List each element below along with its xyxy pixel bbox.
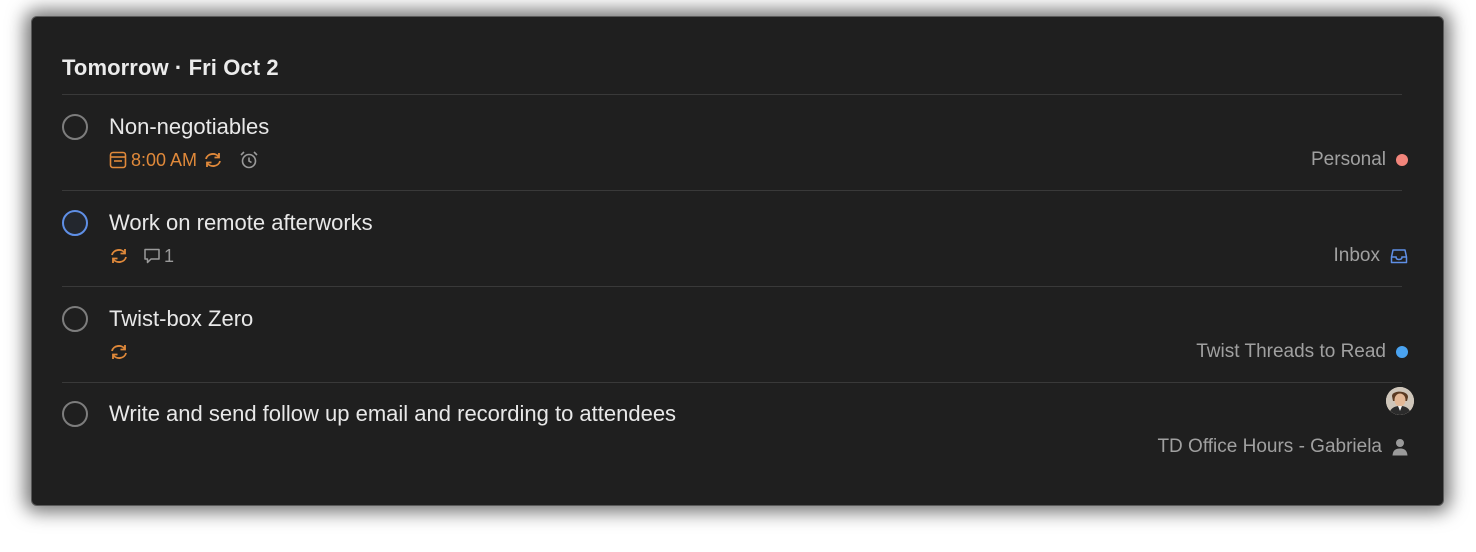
comment-icon xyxy=(143,247,161,265)
task-meta xyxy=(109,341,129,363)
task-content[interactable]: Work on remote afterworks xyxy=(109,209,373,237)
divider xyxy=(62,94,1402,95)
divider xyxy=(62,286,1402,287)
task-meta: 1 xyxy=(109,245,174,267)
calendar-icon xyxy=(109,151,127,169)
project-color-dot xyxy=(1396,346,1408,358)
task-content[interactable]: Twist-box Zero xyxy=(109,305,253,333)
task-content[interactable]: Write and send follow up email and recor… xyxy=(109,400,676,428)
assignee-avatar[interactable] xyxy=(1386,387,1414,415)
person-icon xyxy=(1392,438,1408,456)
task-checkbox[interactable] xyxy=(62,401,88,427)
task-checkbox[interactable] xyxy=(62,114,88,140)
project-name: TD Office Hours - Gabriela xyxy=(1157,436,1382,457)
task-project[interactable]: TD Office Hours - Gabriela xyxy=(1157,436,1408,458)
due-date[interactable]: 8:00 AM xyxy=(109,150,197,171)
due-time: 8:00 AM xyxy=(131,149,198,170)
task-project[interactable]: Twist Threads to Read xyxy=(1196,341,1408,363)
section-title: Tomorrow · Fri Oct 2 xyxy=(62,55,279,80)
inbox-icon xyxy=(1390,247,1408,265)
task-item[interactable]: Non-negotiables 8:00 AM Personal xyxy=(62,113,1408,208)
recurring-icon xyxy=(203,151,223,169)
task-checkbox[interactable] xyxy=(62,210,88,236)
task-item[interactable]: Work on remote afterworks 1 Inbox xyxy=(62,209,1408,304)
task-item[interactable]: Twist-box Zero Twist Threads to Read xyxy=(62,305,1408,400)
recurring-icon xyxy=(109,247,129,265)
divider xyxy=(62,382,1402,383)
project-name: Inbox xyxy=(1333,245,1380,266)
task-list-panel: Tomorrow · Fri Oct 2 Non-negotiables 8:0… xyxy=(31,16,1444,506)
task-content[interactable]: Non-negotiables xyxy=(109,113,269,141)
task-item[interactable]: Write and send follow up email and recor… xyxy=(62,387,1414,495)
task-project[interactable]: Inbox xyxy=(1334,245,1408,267)
comments[interactable]: 1 xyxy=(143,246,174,267)
task-project[interactable]: Personal xyxy=(1311,149,1408,171)
task-meta: 8:00 AM xyxy=(109,149,259,171)
task-checkbox[interactable] xyxy=(62,306,88,332)
divider xyxy=(62,190,1402,191)
comment-count: 1 xyxy=(164,245,175,266)
recurring-icon xyxy=(109,343,129,361)
project-color-dot xyxy=(1396,154,1408,166)
project-name: Twist Threads to Read xyxy=(1196,341,1386,362)
project-name: Personal xyxy=(1311,149,1386,170)
alarm-clock-icon[interactable] xyxy=(239,150,259,170)
